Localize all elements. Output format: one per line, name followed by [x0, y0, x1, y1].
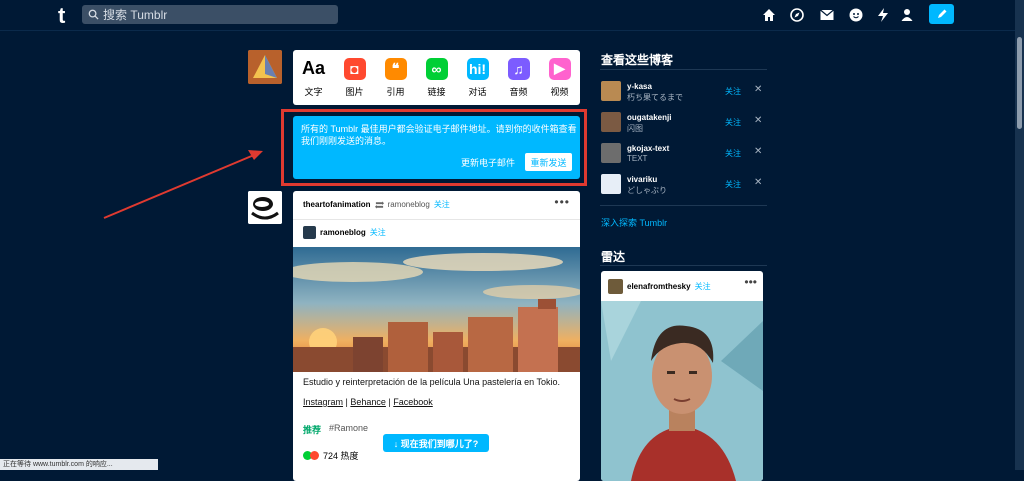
dismiss-icon[interactable]: ✕	[754, 115, 762, 126]
post-type-icon: ▶	[548, 57, 571, 80]
post-author[interactable]: theartofanimation	[303, 200, 371, 209]
post-type-label: 链接	[427, 86, 446, 97]
dismiss-icon[interactable]: ✕	[754, 84, 762, 95]
blog-name[interactable]: ougatakenji	[627, 113, 671, 122]
post-source: ramoneblog 关注	[303, 226, 386, 239]
recommended-blog: ougatakenji 闪图 关注 ✕	[601, 112, 766, 134]
post-type-5[interactable]: ♫ 音频	[507, 57, 530, 98]
post-links: Instagram | Behance | Facebook	[303, 397, 433, 407]
blog-subtitle: どしゃぶり	[627, 186, 667, 195]
facebook-link[interactable]: Facebook	[393, 397, 433, 407]
post-type-icon: ∞	[425, 57, 448, 80]
mail-icon[interactable]	[819, 7, 835, 23]
page-scrollbar[interactable]	[1015, 0, 1024, 470]
blog-follow-link[interactable]: 关注	[725, 179, 741, 190]
home-icon[interactable]	[761, 7, 777, 23]
post-type-6[interactable]: ▶ 视频	[548, 57, 571, 98]
radar-header: elenafromthesky 关注	[608, 279, 711, 294]
post-author-avatar[interactable]	[248, 191, 282, 224]
resend-button[interactable]: 重新发送	[525, 153, 572, 171]
post-type-label: 图片	[345, 86, 364, 97]
post-type-label: 文字	[304, 86, 323, 97]
radar-card: elenafromthesky 关注 •••	[601, 271, 763, 481]
dismiss-icon[interactable]: ✕	[754, 146, 762, 157]
compose-button[interactable]	[929, 4, 954, 24]
explore-tumblr-link[interactable]: 深入探索 Tumblr	[601, 216, 667, 229]
notes-count: 724 热度	[323, 451, 359, 461]
post-type-0[interactable]: Aa 文字	[302, 58, 326, 98]
blog-name[interactable]: y-kasa	[627, 82, 652, 91]
instagram-link[interactable]: Instagram	[303, 397, 343, 407]
post-image[interactable]	[293, 247, 580, 372]
blog-subtitle: TEXT	[627, 154, 648, 163]
sidebar-divider	[600, 69, 767, 70]
post-tags: 推荐 #Ramone	[303, 423, 368, 436]
post-notes[interactable]: 724 热度	[303, 449, 359, 462]
post-type-icon: ❝	[384, 57, 407, 80]
radar-avatar[interactable]	[608, 279, 623, 294]
post-type-label: 视频	[550, 86, 569, 97]
browser-status-bar: 正在等待 www.tumblr.com 的响应...	[0, 459, 158, 470]
post-divider	[293, 219, 580, 220]
post-type-4[interactable]: hi! 对话	[466, 57, 489, 98]
scrollbar-thumb[interactable]	[1017, 37, 1022, 129]
blog-name[interactable]: vivariku	[627, 175, 657, 184]
radar-title: 雷达	[601, 250, 626, 264]
post-type-1[interactable]: ◘ 图片	[343, 57, 366, 98]
post-caption: Estudio y reinterpretación de la películ…	[303, 377, 560, 387]
dismiss-icon[interactable]: ✕	[754, 177, 762, 188]
blog-name[interactable]: gkojax-text	[627, 144, 669, 153]
post-type-icon: Aa	[302, 58, 326, 78]
post-type-bar: Aa 文字 ◘ 图片 ❝ 引用 ∞ 链接 hi! 对话 ♫ 音频 ▶ 视频	[293, 50, 580, 105]
blog-follow-link[interactable]: 关注	[725, 117, 741, 128]
behance-link[interactable]: Behance	[350, 397, 386, 407]
post-type-2[interactable]: ❝ 引用	[384, 57, 407, 98]
source-name[interactable]: ramoneblog	[320, 228, 366, 237]
source-avatar[interactable]	[303, 226, 316, 239]
radar-follow-link[interactable]: 关注	[695, 281, 711, 292]
tag-ramone[interactable]: #Ramone	[329, 423, 368, 436]
post-type-label: 对话	[468, 86, 487, 97]
post-type-icon: ◘	[343, 57, 366, 80]
blog-follow-link[interactable]: 关注	[725, 148, 741, 159]
post-type-icon: hi!	[466, 57, 489, 80]
verify-email-banner: 所有的 Tumblr 最佳用户都会验证电子邮件地址。请到你的收件箱查看我们刚刚发…	[293, 116, 580, 179]
activity-icon[interactable]	[875, 7, 891, 23]
update-email-link[interactable]: 更新电子邮件	[461, 156, 515, 169]
post-menu-icon[interactable]: •••	[554, 195, 570, 209]
blog-avatar[interactable]	[601, 143, 621, 163]
reblogged-from[interactable]: ramoneblog	[388, 200, 430, 209]
blog-subtitle: 闪图	[627, 124, 643, 133]
recommended-blog: vivariku どしゃぶり 关注 ✕	[601, 174, 766, 196]
blog-avatar[interactable]	[601, 174, 621, 194]
post-header: theartofanimation ramoneblog 关注	[303, 199, 450, 210]
radar-menu-icon[interactable]: •••	[744, 275, 757, 289]
sidebar-divider	[600, 205, 767, 206]
tag-label: 推荐	[303, 425, 322, 435]
post-type-icon: ♫	[507, 57, 530, 80]
post-type-3[interactable]: ∞ 链接	[425, 57, 448, 98]
blog-avatar[interactable]	[601, 81, 621, 101]
recommended-blog: y-kasa 朽ち果てるまで 关注 ✕	[601, 81, 766, 103]
post-type-label: 音频	[509, 86, 528, 97]
source-follow-link[interactable]: 关注	[370, 227, 386, 238]
radar-author[interactable]: elenafromthesky	[627, 282, 691, 291]
chat-icon[interactable]	[848, 7, 864, 23]
recommended-blogs-title: 查看这些博客	[601, 53, 674, 67]
follow-link[interactable]: 关注	[434, 199, 450, 210]
recommended-blog: gkojax-text TEXT 关注 ✕	[601, 143, 766, 165]
blog-follow-link[interactable]: 关注	[725, 86, 741, 97]
verify-message: 所有的 Tumblr 最佳用户都会验证电子邮件地址。请到你的收件箱查看我们刚刚发…	[301, 124, 577, 146]
explore-icon[interactable]	[789, 7, 805, 23]
post-type-label: 引用	[386, 86, 405, 97]
blog-avatar[interactable]	[601, 112, 621, 132]
account-icon[interactable]	[899, 7, 915, 23]
sidebar-divider	[600, 265, 767, 266]
radar-image[interactable]	[601, 301, 763, 481]
reblog-icon	[374, 200, 384, 209]
pencil-icon	[937, 9, 946, 18]
blog-subtitle: 朽ち果てるまで	[627, 93, 683, 102]
back-to-position-button[interactable]: ↓ 现在我们到哪儿了?	[383, 434, 489, 452]
like-note-icon	[310, 451, 319, 460]
